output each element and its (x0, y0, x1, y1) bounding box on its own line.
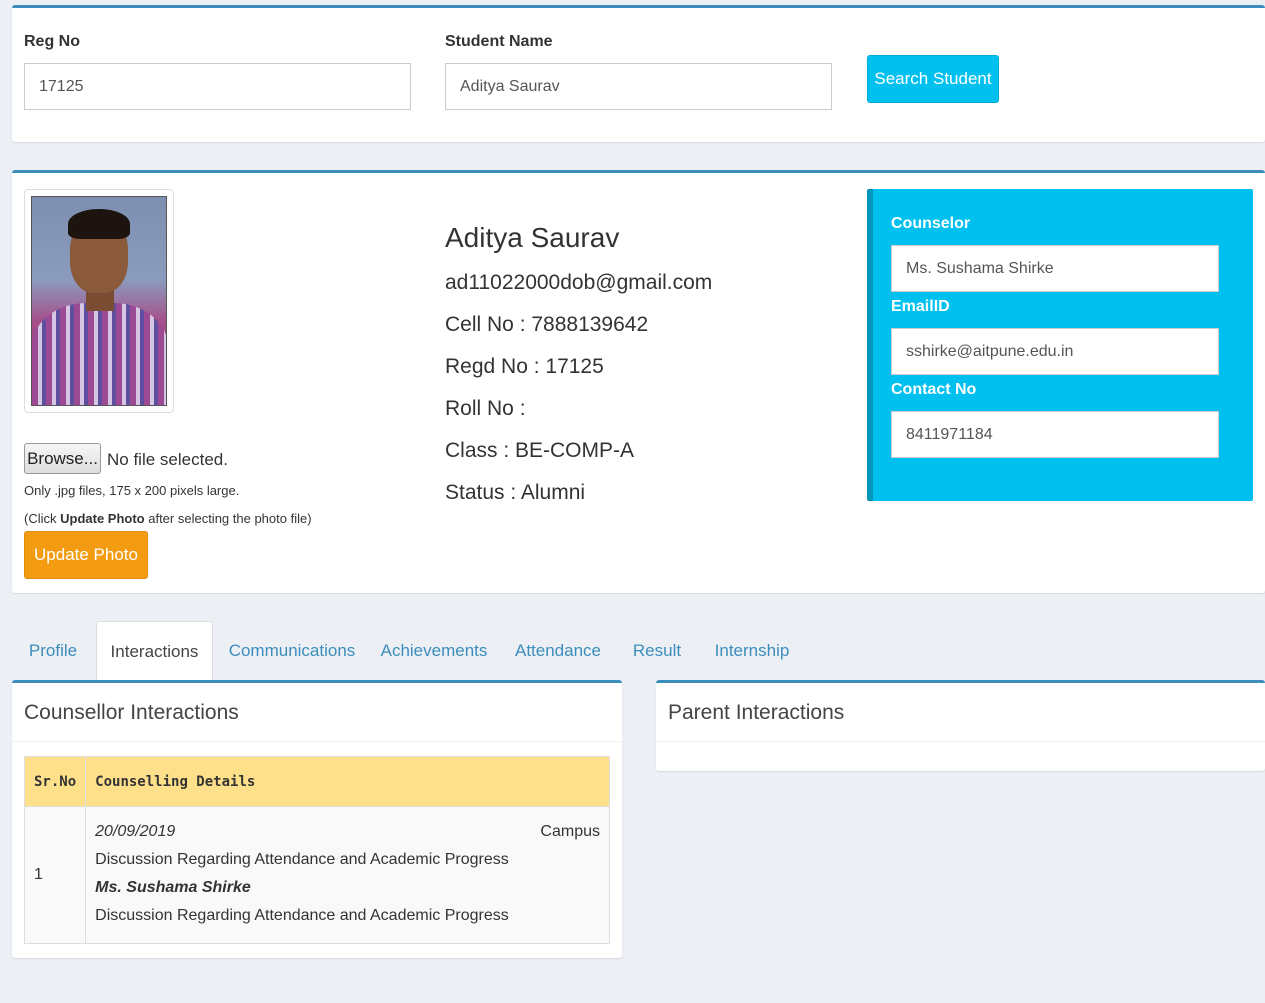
tab-communications[interactable]: Communications (222, 621, 362, 681)
interaction-counsellor: Ms. Sushama Shirke (95, 879, 251, 896)
student-photo-frame (24, 189, 174, 413)
table-row: 1 20/09/2019 Campus Discussion Regarding… (23, 806, 610, 944)
header-counselling-details: Counselling Details (85, 756, 610, 807)
parent-interactions-title: Parent Interactions (668, 701, 845, 724)
tab-interactions[interactable]: Interactions (96, 621, 213, 681)
search-panel: Reg No 17125 Student Name Aditya Saurav … (12, 5, 1265, 142)
reg-no-input[interactable]: 17125 (24, 63, 411, 110)
hint-prefix: (Click (24, 511, 61, 526)
tab-attendance[interactable]: Attendance (508, 621, 608, 681)
tab-internship[interactable]: Internship (704, 621, 800, 681)
student-email: ad11022000dob@gmail.com (445, 271, 713, 294)
student-photo (31, 196, 167, 406)
student-cell-no: Cell No : 7888139642 (445, 313, 649, 336)
student-name-label: Student Name (445, 33, 553, 50)
counselor-panel: Counselor Ms. Sushama Shirke EmailID ssh… (867, 189, 1253, 501)
student-class: Class : BE-COMP-A (445, 439, 635, 462)
browse-button[interactable]: Browse... (24, 443, 101, 474)
row-sr-no: 1 (23, 806, 87, 944)
row-details: 20/09/2019 Campus Discussion Regarding A… (85, 806, 610, 944)
tab-achievements[interactable]: Achievements (374, 621, 494, 681)
divider (656, 741, 1265, 742)
hint-bold: Update Photo (60, 511, 145, 526)
counsellor-interactions-panel: Counsellor Interactions Sr.No Counsellin… (12, 680, 622, 958)
counselor-contact-field[interactable]: 8411971184 (891, 411, 1219, 458)
counselor-label: Counselor (891, 215, 971, 232)
photo-click-hint: (Click Update Photo after selecting the … (24, 511, 312, 526)
search-student-button[interactable]: Search Student (867, 55, 999, 103)
update-photo-button[interactable]: Update Photo (24, 531, 148, 579)
student-status: Status : Alumni (445, 481, 586, 504)
student-regd-no: Regd No : 17125 (445, 355, 604, 378)
counselor-field[interactable]: Ms. Sushama Shirke (891, 245, 1219, 292)
student-name-heading: Aditya Saurav (445, 222, 620, 253)
header-sr-no: Sr.No (23, 756, 87, 807)
interaction-details: Discussion Regarding Attendance and Acad… (95, 907, 509, 924)
file-status: No file selected. (107, 450, 228, 469)
student-name-input[interactable]: Aditya Saurav (445, 63, 832, 110)
interaction-date: 20/09/2019 (95, 823, 176, 840)
parent-interactions-panel: Parent Interactions (656, 680, 1265, 771)
interaction-mode: Campus (540, 823, 600, 840)
counselor-email-label: EmailID (891, 298, 950, 315)
counsellor-interactions-title: Counsellor Interactions (24, 701, 239, 724)
divider (12, 741, 622, 742)
hint-suffix: after selecting the photo file) (144, 511, 312, 526)
counselor-email-field[interactable]: sshirke@aitpune.edu.in (891, 328, 1219, 375)
counsellor-interactions-table: Sr.No Counselling Details 1 20/09/2019 C… (23, 756, 610, 944)
counselor-contact-label: Contact No (891, 381, 977, 398)
student-roll-no: Roll No : (445, 397, 526, 420)
interaction-topic: Discussion Regarding Attendance and Acad… (95, 851, 509, 868)
tab-profile[interactable]: Profile (16, 621, 90, 681)
tab-result[interactable]: Result (624, 621, 690, 681)
photo-size-hint: Only .jpg files, 175 x 200 pixels large. (24, 483, 240, 498)
reg-no-label: Reg No (24, 33, 80, 50)
